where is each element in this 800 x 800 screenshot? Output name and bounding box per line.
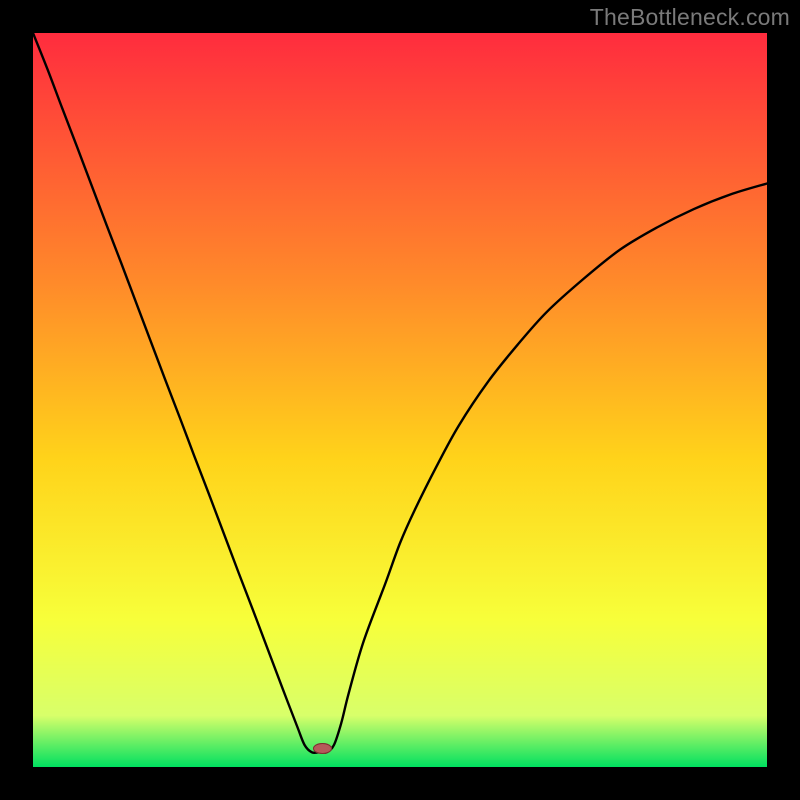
plot-area xyxy=(33,33,767,767)
outer-frame: TheBottleneck.com xyxy=(0,0,800,800)
watermark-text: TheBottleneck.com xyxy=(590,4,790,31)
curve-layer xyxy=(33,33,767,767)
bottleneck-curve xyxy=(33,33,767,753)
